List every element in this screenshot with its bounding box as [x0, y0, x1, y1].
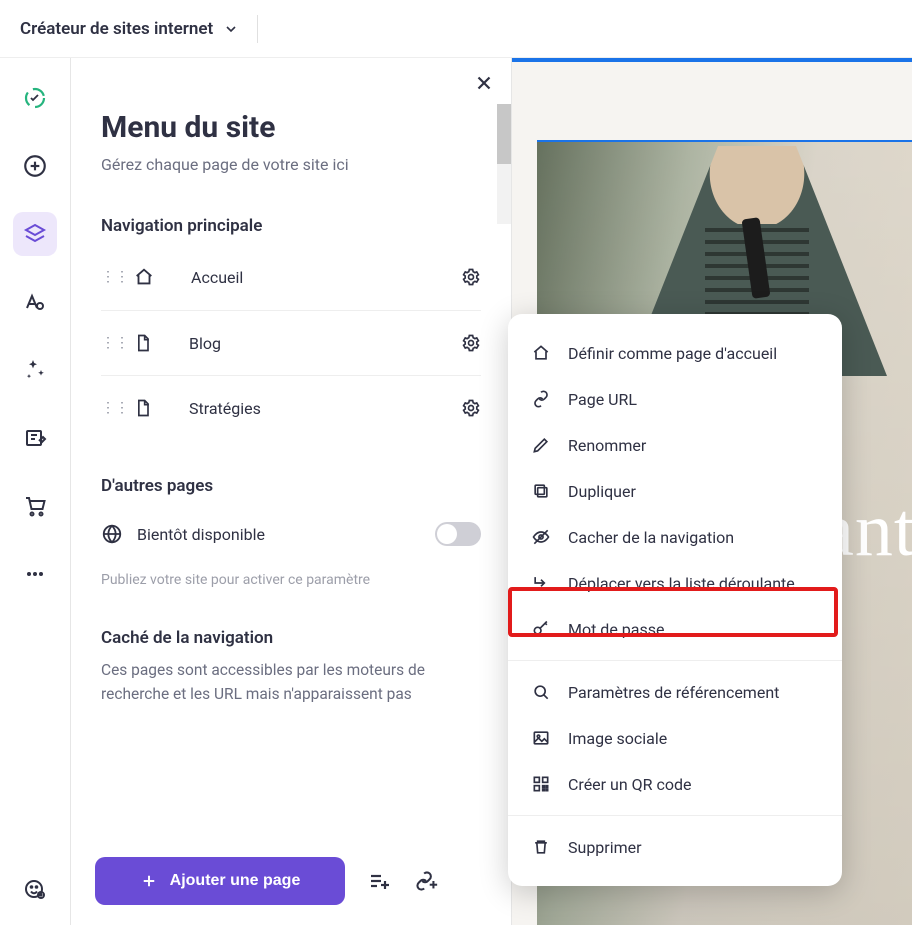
rail-logo-icon[interactable] — [13, 76, 57, 120]
scrollbar[interactable] — [497, 104, 511, 224]
page-label: Accueil — [191, 268, 443, 287]
page-row-strategies[interactable]: ⋮⋮ Stratégies — [101, 376, 481, 440]
drag-handle-icon[interactable]: ⋮⋮ — [101, 269, 115, 285]
menu-item[interactable]: Page URL — [508, 376, 842, 422]
menu-item[interactable]: Image sociale — [508, 715, 842, 761]
menu-item[interactable]: Paramètres de référencement — [508, 669, 842, 715]
hidden-section-desc: Ces pages sont accessibles par les moteu… — [101, 658, 481, 706]
menu-item-label: Renommer — [568, 436, 646, 455]
trash-icon — [530, 837, 552, 857]
menu-item[interactable]: Créer un QR code — [508, 761, 842, 807]
add-page-button[interactable]: Ajouter une page — [95, 857, 345, 905]
soon-available-label: Bientôt disponible — [137, 525, 421, 544]
copy-icon — [530, 481, 552, 501]
image-icon — [530, 728, 552, 748]
drag-handle-icon[interactable]: ⋮⋮ — [101, 400, 115, 416]
soon-available-row: Bientôt disponible — [101, 504, 481, 554]
drag-handle-icon[interactable]: ⋮⋮ — [101, 335, 115, 351]
subdir-icon — [530, 573, 552, 593]
menu-item-label: Supprimer — [568, 838, 642, 857]
page-context-menu: Définir comme page d'accueil Page URL Reno… — [508, 314, 842, 886]
menu-item-label: Définir comme page d'accueil — [568, 344, 777, 363]
app-title-dropdown[interactable]: Créateur de sites internet — [20, 19, 239, 39]
globe-icon — [101, 523, 123, 545]
eye-off-icon — [530, 527, 552, 547]
rail-emoji-icon[interactable] — [13, 867, 57, 911]
menu-separator — [508, 815, 842, 816]
menu-item-label: Dupliquer — [568, 482, 636, 501]
panel-subtitle: Gérez chaque page de votre site ici — [101, 155, 481, 174]
rail-layers-icon[interactable] — [13, 212, 57, 256]
rail-note-icon[interactable] — [13, 416, 57, 460]
menu-item-label: Paramètres de référencement — [568, 683, 779, 702]
page-label: Blog — [189, 334, 443, 353]
divider — [257, 15, 258, 43]
chevron-down-icon — [223, 21, 239, 37]
close-button[interactable] — [473, 72, 495, 94]
rail-add-icon[interactable] — [13, 144, 57, 188]
search-icon — [530, 682, 552, 702]
menu-item[interactable]: Renommer — [508, 422, 842, 468]
add-list-icon[interactable] — [367, 869, 391, 893]
menu-item-label: Cacher de la navigation — [568, 528, 734, 547]
toggle-thumb — [437, 524, 457, 544]
publish-hint: Publiez votre site pour activer ce param… — [101, 572, 481, 588]
add-page-label: Ajouter une page — [170, 872, 301, 890]
menu-item-label: Mot de passe — [568, 620, 664, 639]
other-section-title: D'autres pages — [101, 476, 481, 496]
top-bar: Créateur de sites internet — [0, 0, 912, 58]
menu-item-label: Page URL — [568, 390, 637, 409]
menu-item-label: Image sociale — [568, 729, 667, 748]
menu-item[interactable]: Définir comme page d'accueil — [508, 330, 842, 376]
link-icon — [530, 389, 552, 409]
rail-cart-icon[interactable] — [13, 484, 57, 528]
menu-item[interactable]: Déplacer vers la liste déroulante — [508, 560, 842, 606]
menu-separator — [508, 660, 842, 661]
left-rail — [0, 58, 70, 925]
rail-font-icon[interactable] — [13, 280, 57, 324]
home-icon — [530, 343, 552, 363]
file-icon — [133, 398, 153, 418]
key-icon — [530, 619, 552, 639]
file-icon — [133, 333, 153, 353]
add-link-icon[interactable] — [413, 869, 439, 893]
site-menu-panel: Menu du site Gérez chaque page de votre … — [70, 58, 512, 925]
menu-item[interactable]: Cacher de la navigation — [508, 514, 842, 560]
gear-icon[interactable] — [461, 333, 481, 353]
nav-section-title: Navigation principale — [101, 216, 481, 236]
menu-item[interactable]: Mot de passe — [508, 606, 842, 652]
panel-footer: Ajouter une page — [71, 839, 511, 925]
panel-title: Menu du site — [101, 110, 481, 145]
menu-item[interactable]: Supprimer — [508, 824, 842, 870]
pen-icon — [530, 435, 552, 455]
rail-sparkle-icon[interactable] — [13, 348, 57, 392]
page-row-home[interactable]: ⋮⋮ Accueil — [101, 244, 481, 311]
rail-more-icon[interactable] — [13, 552, 57, 596]
menu-item[interactable]: Dupliquer — [508, 468, 842, 514]
menu-item-label: Créer un QR code — [568, 775, 692, 794]
home-icon — [133, 266, 155, 288]
page-label: Stratégies — [189, 399, 443, 418]
scrollbar-thumb[interactable] — [497, 104, 511, 164]
menu-item-label: Déplacer vers la liste déroulante — [568, 574, 795, 593]
hidden-section-title: Caché de la navigation — [101, 628, 481, 648]
plus-icon — [140, 872, 158, 890]
gear-icon[interactable] — [461, 398, 481, 418]
soon-available-toggle[interactable] — [435, 522, 481, 546]
page-row-blog[interactable]: ⋮⋮ Blog — [101, 311, 481, 376]
gear-icon[interactable] — [461, 267, 481, 287]
app-title: Créateur de sites internet — [20, 19, 213, 39]
qr-icon — [530, 774, 552, 794]
